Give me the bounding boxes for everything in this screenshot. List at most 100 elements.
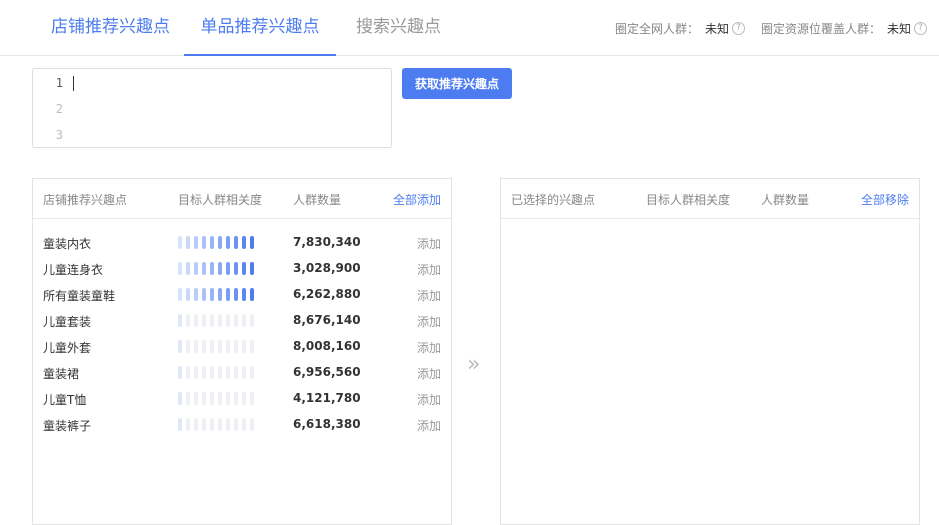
relevance-bar (226, 262, 230, 275)
relevance-bar (242, 366, 246, 379)
help-icon[interactable]: ? (732, 22, 746, 35)
relevance-bar (250, 392, 254, 405)
remove-all-button[interactable]: 全部移除 (861, 191, 909, 208)
recommended-header: 店铺推荐兴趣点 目标人群相关度 人群数量 全部添加 (33, 179, 451, 219)
relevance-meter (178, 340, 258, 353)
relevance-bar (202, 236, 206, 249)
relevance-bar (178, 366, 182, 379)
relevance-bar (234, 236, 238, 249)
table-row: 儿童套装 8,676,140 添加 (33, 308, 451, 334)
interest-name: 儿童连身衣 (43, 263, 104, 277)
add-all-button[interactable]: 全部添加 (393, 191, 441, 208)
relevance-bar (250, 236, 254, 249)
relevance-bar (242, 288, 246, 301)
relevance-meter (178, 392, 258, 405)
relevance-bar (226, 236, 230, 249)
add-button[interactable]: 添加 (417, 365, 441, 382)
relevance-bar (226, 366, 230, 379)
relevance-bar (178, 340, 182, 353)
col-relevance-header: 目标人群相关度 (178, 193, 263, 207)
col-count-header: 人群数量 (761, 193, 810, 207)
add-button[interactable]: 添加 (417, 339, 441, 356)
relevance-bar (234, 392, 238, 405)
interest-name: 童装裙 (43, 367, 80, 381)
table-row: 童装裤子 6,618,380 添加 (33, 412, 451, 438)
relevance-bar (218, 262, 222, 275)
relevance-bar (234, 314, 238, 327)
selected-header: 已选择的兴趣点 目标人群相关度 人群数量 全部移除 (501, 179, 919, 219)
stat-value: 未知 (887, 22, 912, 36)
relevance-bar (210, 314, 214, 327)
relevance-bar (186, 288, 190, 301)
relevance-bar (250, 366, 254, 379)
interest-name: 童装裤子 (43, 419, 92, 433)
relevance-bar (234, 366, 238, 379)
relevance-bar (210, 236, 214, 249)
relevance-meter (178, 366, 258, 379)
relevance-bar (210, 392, 214, 405)
relevance-bar (250, 340, 254, 353)
add-button[interactable]: 添加 (417, 235, 441, 252)
stat-label: 圈定全网人群： (615, 22, 700, 36)
relevance-meter (178, 262, 258, 275)
relevance-bar (186, 236, 190, 249)
relevance-bar (186, 392, 190, 405)
help-icon[interactable]: ? (914, 22, 928, 35)
table-row: 所有童装童鞋 6,262,880 添加 (33, 282, 451, 308)
relevance-bar (210, 288, 214, 301)
relevance-bar (186, 366, 190, 379)
col-count-header: 人群数量 (293, 193, 342, 207)
relevance-bar (194, 314, 198, 327)
relevance-bar (226, 340, 230, 353)
relevance-bar (242, 392, 246, 405)
table-row: 童装内衣 7,830,340 添加 (33, 230, 451, 256)
relevance-bar (202, 392, 206, 405)
relevance-bar (178, 314, 182, 327)
relevance-meter (178, 418, 258, 431)
fetch-interest-button[interactable]: 获取推荐兴趣点 (402, 68, 512, 99)
stat-fixed-resource: 圈定资源位覆盖人群： 未知 ? (761, 20, 928, 37)
keyword-editor[interactable]: 1 2 3 (32, 68, 392, 148)
add-button[interactable]: 添加 (417, 261, 441, 278)
relevance-bar (250, 262, 254, 275)
audience-count: 8,008,160 (293, 339, 361, 353)
add-button[interactable]: 添加 (417, 287, 441, 304)
add-button[interactable]: 添加 (417, 391, 441, 408)
relevance-bar (186, 340, 190, 353)
relevance-bar (202, 262, 206, 275)
relevance-bar (186, 314, 190, 327)
relevance-bar (202, 340, 206, 353)
interest-name: 童装内衣 (43, 237, 92, 251)
tab-shop-interest[interactable]: 店铺推荐兴趣点 (51, 0, 170, 55)
add-button[interactable]: 添加 (417, 313, 441, 330)
add-button[interactable]: 添加 (417, 417, 441, 434)
tab-search-interest[interactable]: 搜索兴趣点 (356, 0, 441, 55)
relevance-bar (178, 418, 182, 431)
relevance-bar (210, 366, 214, 379)
relevance-bar (218, 340, 222, 353)
relevance-bar (210, 340, 214, 353)
relevance-bar (218, 288, 222, 301)
audience-count: 4,121,780 (293, 391, 361, 405)
relevance-bar (242, 340, 246, 353)
stat-fixed-network: 圈定全网人群： 未知 ? (615, 20, 746, 37)
relevance-bar (194, 392, 198, 405)
relevance-bar (234, 340, 238, 353)
relevance-meter (178, 288, 258, 301)
relevance-bar (178, 236, 182, 249)
line-number: 2 (55, 102, 63, 116)
relevance-bar (218, 392, 222, 405)
recommended-panel: 店铺推荐兴趣点 目标人群相关度 人群数量 全部添加 童装内衣 7,830,340 添… (32, 178, 452, 525)
tab-item-interest[interactable]: 单品推荐兴趣点 (184, 0, 336, 56)
relevance-bar (194, 236, 198, 249)
relevance-bar (242, 236, 246, 249)
line-number: 3 (55, 128, 63, 142)
audience-count: 6,262,880 (293, 287, 361, 301)
relevance-bar (250, 314, 254, 327)
relevance-bar (202, 366, 206, 379)
relevance-bar (194, 288, 198, 301)
relevance-bar (242, 314, 246, 327)
relevance-meter (178, 314, 258, 327)
relevance-bar (178, 392, 182, 405)
audience-count: 7,830,340 (293, 235, 361, 249)
